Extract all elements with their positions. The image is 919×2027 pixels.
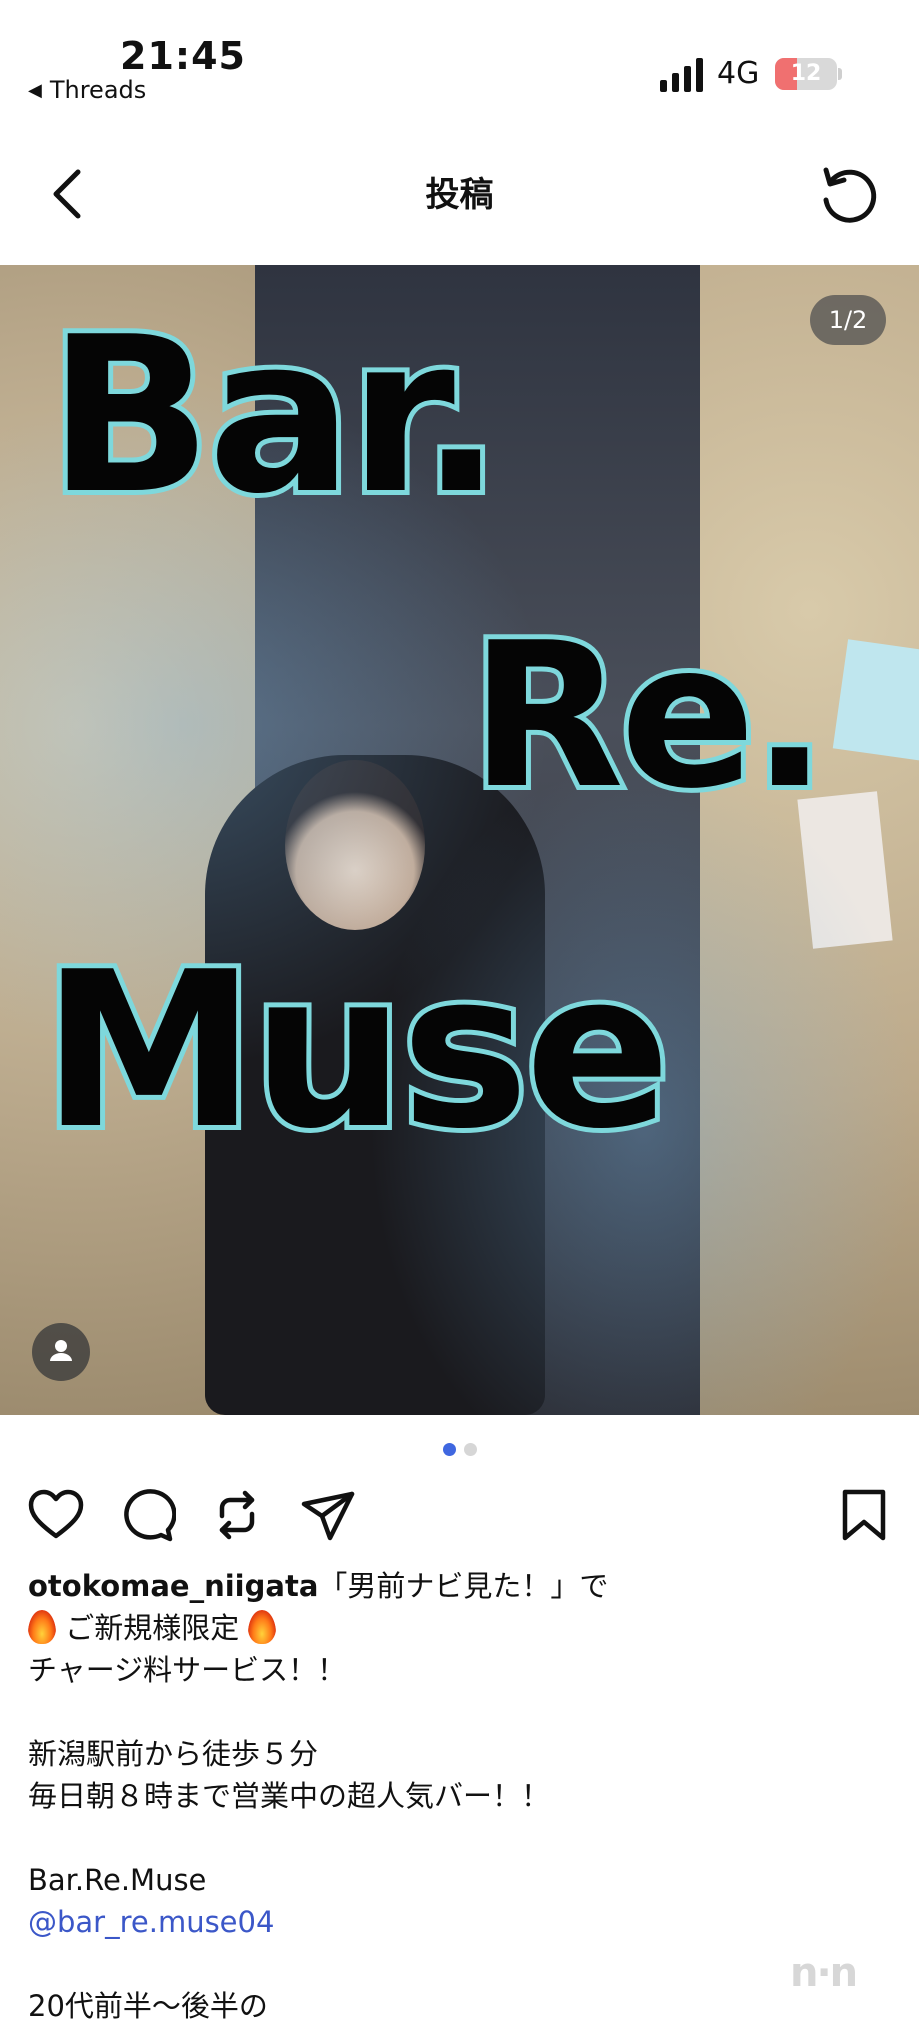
comment-icon[interactable]	[118, 1486, 176, 1544]
caption-text: 新潟駅前から徒歩５分	[28, 1737, 319, 1771]
status-time: 21:45	[120, 34, 246, 78]
fire-icon	[248, 1610, 277, 1644]
refresh-icon[interactable]	[818, 166, 880, 228]
caption-text: 「男前ナビ見た！」で	[318, 1569, 609, 1603]
battery-cap	[838, 68, 842, 80]
caption-text: 20代前半〜後半の	[28, 1989, 268, 2023]
carousel-dot[interactable]	[463, 1443, 477, 1456]
post-caption: otokomae_niigata「男前ナビ見た！」で ご新規様限定 チャージ料サ…	[28, 1565, 898, 2027]
fire-icon	[28, 1610, 56, 1644]
battery-icon: 12	[775, 58, 837, 90]
person-icon	[50, 1340, 72, 1361]
battery-percent: 12	[790, 61, 822, 86]
back-app-label: Threads	[49, 76, 147, 104]
repost-icon[interactable]	[208, 1486, 266, 1544]
image-text-bar: Bar.	[43, 285, 507, 546]
image-text-muse: Muse	[37, 920, 676, 1181]
back-triangle-icon: ◀	[28, 79, 42, 101]
tagged-user-button[interactable]	[32, 1323, 90, 1381]
image-text-re: Re.	[465, 595, 833, 838]
caption-username[interactable]: otokomae_niigata	[28, 1569, 318, 1603]
caption-text: チャージ料サービス！！	[28, 1653, 347, 1687]
caption-text: ご新規様限定	[65, 1611, 240, 1645]
caption-text: 毎日朝８時まで営業中の超人気バー！！	[28, 1779, 551, 1813]
nav-header: 投稿	[0, 140, 919, 250]
back-to-app-link[interactable]: ◀ Threads	[28, 76, 146, 104]
signal-icon	[660, 58, 703, 92]
bookmark-icon[interactable]	[835, 1486, 893, 1544]
page-title: 投稿	[425, 175, 494, 215]
carousel-dot-active[interactable]	[442, 1443, 456, 1456]
watermark-logo: n·n	[790, 1950, 858, 1996]
carousel-dots	[0, 1443, 919, 1459]
status-bar: 21:45 ◀ Threads 4G 12	[0, 0, 919, 120]
page-indicator-badge: 1/2	[810, 295, 886, 345]
heart-icon[interactable]	[27, 1486, 85, 1544]
send-icon[interactable]	[300, 1486, 358, 1544]
caption-mention-link[interactable]: @bar_re.muse04	[28, 1901, 898, 1943]
network-label: 4G	[717, 56, 760, 91]
action-bar	[0, 1480, 919, 1550]
chevron-left-icon[interactable]	[44, 166, 94, 222]
caption-text: Bar.Re.Muse	[28, 1863, 207, 1897]
